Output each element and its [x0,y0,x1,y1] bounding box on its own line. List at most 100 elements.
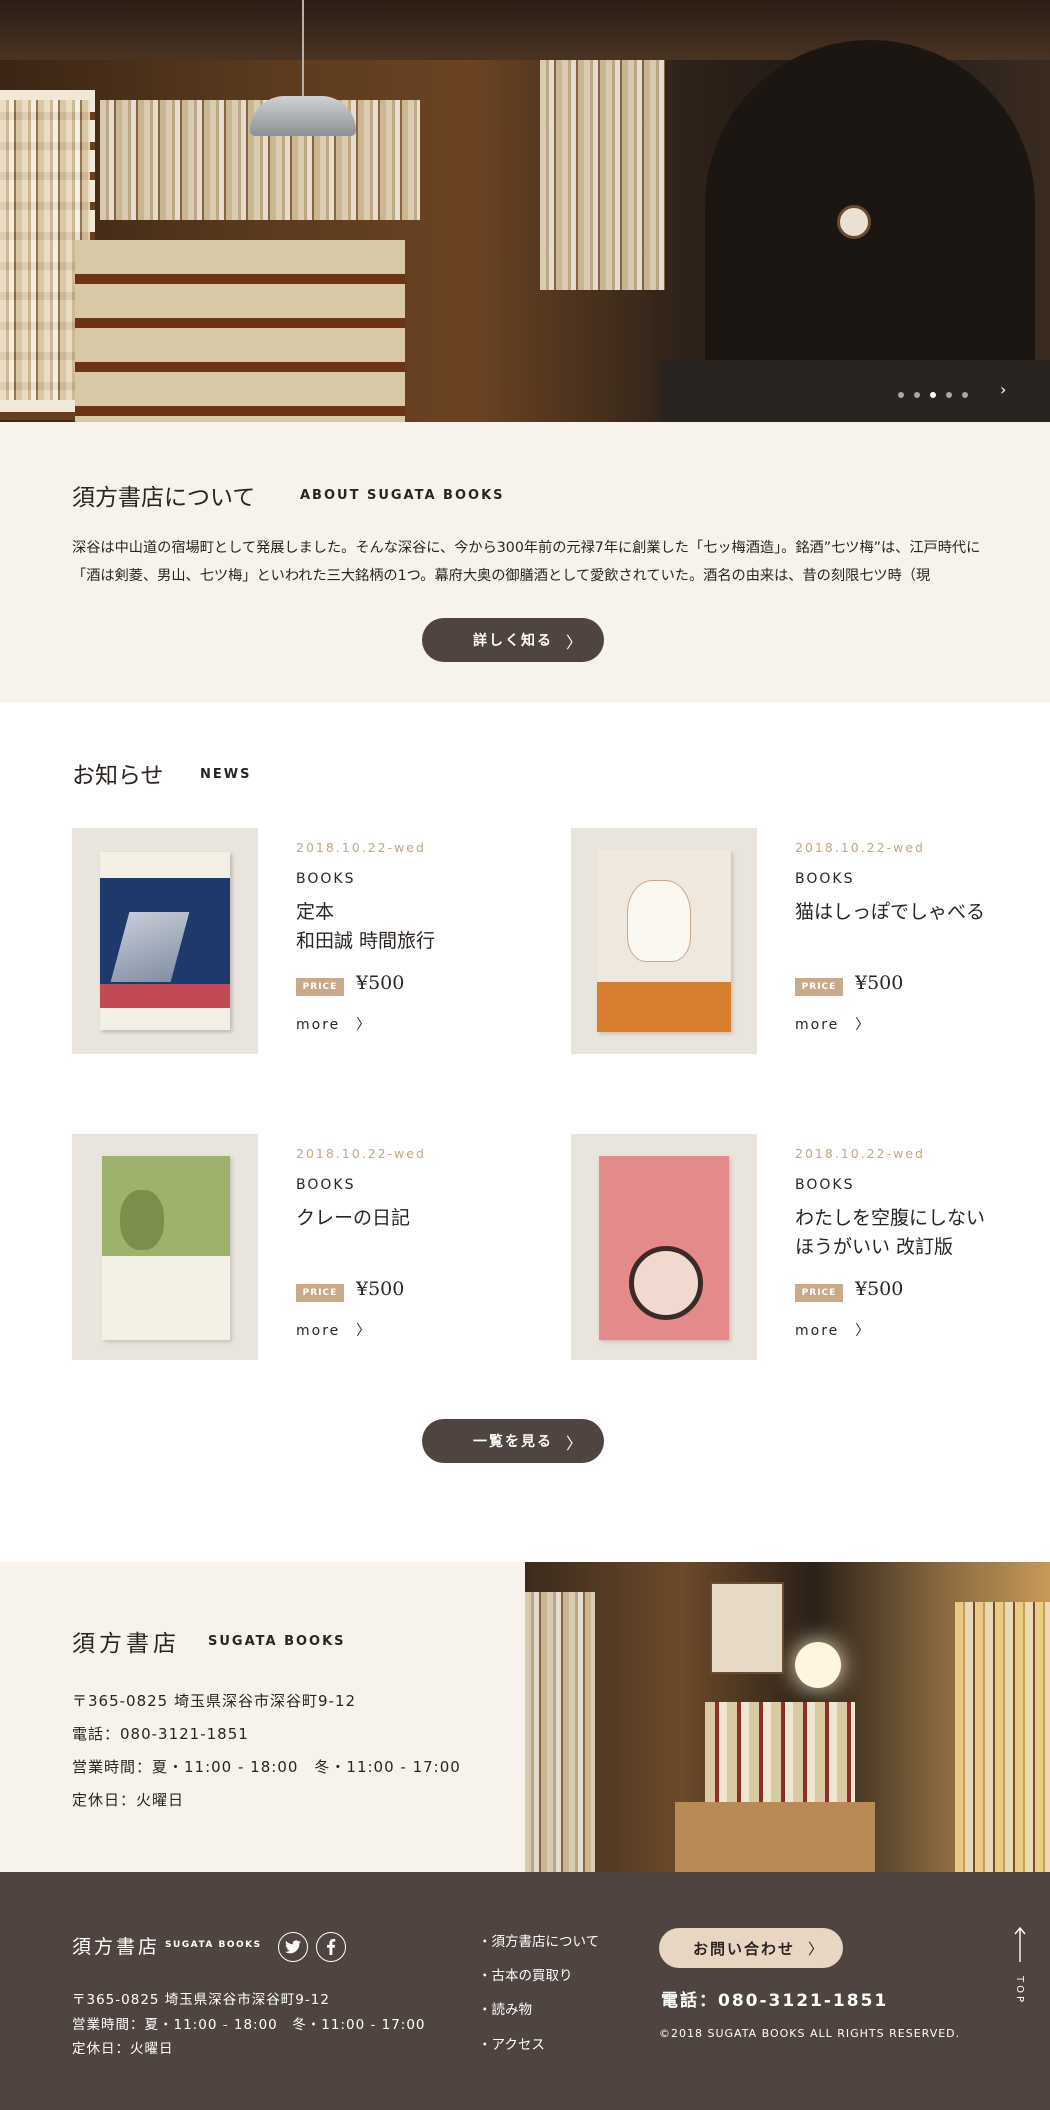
news-card[interactable]: 2018.10.22-wed BOOKS クレーの日記 PRICE ¥500 m… [72,1134,542,1364]
store-photo-counter [675,1802,875,1872]
store-name: 須方書店 [72,1631,180,1657]
footer-address: 〒365-0825 埼玉県深谷市深谷町9-12 [72,1992,330,2008]
price-badge: PRICE [795,1284,843,1302]
chevron-right-icon: 〉 [356,1017,373,1033]
footer-store-name-en: SUGATA BOOKS [165,1940,262,1950]
facebook-icon[interactable] [316,1932,346,1962]
price-badge: PRICE [296,1284,344,1302]
news-card-date: 2018.10.22-wed [795,1146,925,1161]
back-to-top-label: TOP [1014,1976,1025,2006]
copyright: ©2018 SUGATA BOOKS ALL RIGHTS RESERVED. [659,2027,961,2040]
price-badge: PRICE [296,978,344,996]
chevron-right-icon: 〉 [807,1940,825,1958]
news-card-more-link[interactable]: more 〉 [296,1014,372,1034]
back-to-top-link[interactable]: TOP [1008,1926,1032,2006]
news-card-category: BOOKS [795,871,855,887]
footer-nav-about[interactable]: ・須方書店について [478,1930,599,1950]
book-cover-image[interactable] [72,1134,258,1360]
about-subtitle: ABOUT SUGATA BOOKS [300,488,505,503]
about-section: 須方書店について ABOUT SUGATA BOOKS 深谷は中山道の宿場町とし… [0,422,1050,702]
hero-pagination-dot[interactable] [946,392,952,398]
news-subtitle: NEWS [200,767,252,782]
news-card-category: BOOKS [296,1177,356,1193]
about-title: 須方書店について [72,485,256,511]
about-more-button[interactable]: 詳しく知る 〉 [422,618,604,662]
footer-phone: 電話：080-3121-1851 [661,1991,889,2011]
hero-next-icon[interactable]: › [1000,380,1006,399]
store-photo-lamp [795,1642,841,1688]
about-more-label: 詳しく知る [473,633,553,649]
hero-shelf-center [75,240,405,422]
contact-button[interactable]: お問い合わせ 〉 [659,1928,843,1968]
news-card-more-link[interactable]: more 〉 [296,1320,372,1340]
news-card[interactable]: 2018.10.22-wed BOOKS 猫はしっぽでしゃべる PRICE ¥5… [571,828,1041,1058]
store-photo-display [705,1702,855,1812]
news-card-price: ¥500 [855,972,904,994]
news-card[interactable]: 2018.10.22-wed BOOKS わたしを空腹にしない ほうがいい 改訂版… [571,1134,1041,1364]
news-card-price: ¥500 [356,1278,405,1300]
chevron-right-icon: 〉 [356,1323,373,1339]
news-card-title-line: 和田誠 時間旅行 [296,930,436,952]
news-card-title[interactable]: 猫はしっぽでしゃべる [795,898,1035,927]
hero-pagination-dot[interactable] [914,392,920,398]
news-card-date: 2018.10.22-wed [296,1146,426,1161]
news-list-label: 一覧を見る [473,1434,553,1450]
news-card-title-line: クレーの日記 [296,1207,411,1229]
hero-counter [660,360,1050,422]
store-photo-books-right [955,1602,1050,1872]
price-badge: PRICE [795,978,843,996]
news-card-price: ¥500 [855,1278,904,1300]
news-list-button[interactable]: 一覧を見る 〉 [422,1419,604,1463]
store-photo [525,1562,1050,1872]
more-label: more [795,1017,840,1033]
news-card-date: 2018.10.22-wed [296,840,426,855]
book-cover-image[interactable] [571,828,757,1054]
news-card-price: ¥500 [356,972,405,994]
book-cover-image[interactable] [72,828,258,1054]
store-closed: 定休日：火曜日 [72,1791,185,1809]
more-label: more [795,1323,840,1339]
hero-image: › [0,0,1050,422]
store-address: 〒365-0825 埼玉県深谷市深谷町9-12 [72,1692,357,1710]
footer-nav-articles[interactable]: ・読み物 [478,1998,532,2018]
news-card-category: BOOKS [795,1177,855,1193]
news-card[interactable]: 2018.10.22-wed BOOKS 定本和田誠 時間旅行 PRICE ¥5… [72,828,542,1058]
chevron-right-icon: 〉 [565,1434,584,1453]
about-text: 深谷は中山道の宿場町として発展しました。そんな深谷に、今から300年前の元禄7年… [72,540,981,584]
chevron-right-icon: 〉 [855,1017,872,1033]
news-card-date: 2018.10.22-wed [795,840,925,855]
news-card-title-line: 定本 [296,901,335,923]
footer-store-name: 須方書店 [72,1936,161,1958]
news-card-title[interactable]: わたしを空腹にしない ほうがいい 改訂版 [795,1204,1035,1262]
news-card-title[interactable]: 定本和田誠 時間旅行 [296,898,536,956]
store-info: 須方書店 SUGATA BOOKS 〒365-0825 埼玉県深谷市深谷町9-1… [0,1562,525,1872]
news-card-more-link[interactable]: more 〉 [795,1014,871,1034]
footer-hours: 営業時間：夏・11:00 - 18:00 冬・11:00 - 17:00 [72,2017,426,2033]
chevron-right-icon: 〉 [855,1323,872,1339]
hero-lamp-cord [302,0,304,98]
news-card-more-link[interactable]: more 〉 [795,1320,871,1340]
hero-pagination-dot[interactable] [930,392,936,398]
store-name-en: SUGATA BOOKS [208,1634,346,1649]
hero-lamp [250,96,356,136]
news-card-title-line: 猫はしっぽでしゃべる [795,901,986,923]
store-hours: 営業時間：夏・11:00 - 18:00 冬・11:00 - 17:00 [72,1758,461,1776]
news-card-title[interactable]: クレーの日記 [296,1204,536,1233]
more-label: more [296,1017,341,1033]
hero-clock [837,205,871,239]
news-title: お知らせ [72,763,164,789]
news-card-category: BOOKS [296,871,356,887]
store-photo-poster [710,1582,784,1674]
more-label: more [296,1323,341,1339]
book-cover-image[interactable] [571,1134,757,1360]
news-card-title-line: ほうがいい 改訂版 [795,1236,954,1258]
footer-closed: 定休日：火曜日 [72,2041,174,2057]
footer-nav-access[interactable]: ・アクセス [478,2033,545,2053]
news-card-title-line: わたしを空腹にしない [795,1207,986,1229]
contact-label: お問い合わせ [692,1939,795,1958]
twitter-icon[interactable] [278,1932,308,1962]
store-phone: 電話：080-3121-1851 [72,1725,249,1743]
hero-pagination-dot[interactable] [962,392,968,398]
hero-pagination-dot[interactable] [898,392,904,398]
footer-nav-buyback[interactable]: ・古本の買取り [478,1964,573,1984]
